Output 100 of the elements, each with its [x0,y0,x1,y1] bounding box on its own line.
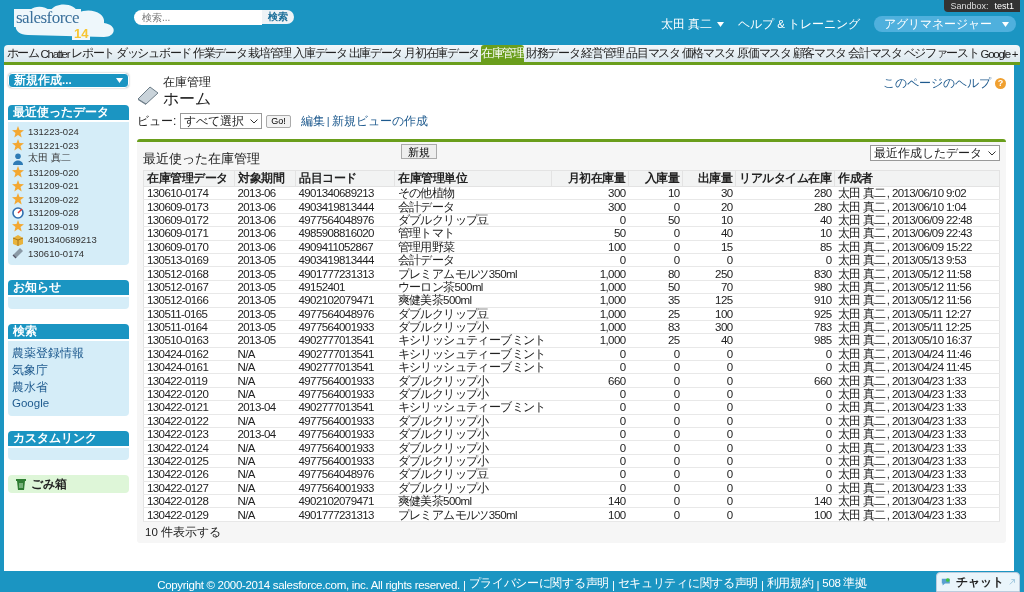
creator-link[interactable]: 太田 真二 [837,240,886,253]
record-link[interactable]: 130511-0164 [147,321,208,334]
product-code-link[interactable]: 4903419813444 [298,200,374,213]
creator-link[interactable]: 太田 真二 [837,213,886,226]
record-link[interactable]: 130422-0122 [147,414,209,427]
chat-widget[interactable]: チャット [936,572,1020,592]
tab[interactable]: Google [980,45,1011,62]
record-link[interactable]: 130424-0162 [147,347,209,360]
creator-link[interactable]: 太田 真二 [837,388,886,401]
recent-item-link[interactable]: 131209-019 [28,220,79,232]
creator-link[interactable]: 太田 真二 [837,334,886,347]
product-code-link[interactable]: 4902102079471 [298,495,374,508]
product-code-link[interactable]: 4977564001933 [298,414,374,427]
new-view-link[interactable]: 新規ビューの作成 [331,113,428,129]
creator-link[interactable]: 太田 真二 [837,361,886,374]
product-code-link[interactable]: 4977564001933 [298,481,374,494]
creator-link[interactable]: 太田 真二 [837,374,886,387]
record-link[interactable]: 130512-0166 [147,294,209,307]
creator-link[interactable]: 太田 真二 [837,254,886,267]
record-link[interactable]: 130511-0165 [147,307,208,320]
product-code-link[interactable]: 4909411052867 [298,240,373,253]
recent-item-link[interactable]: 130610-0174 [28,247,84,259]
product-code-link[interactable]: 4977564048976 [298,468,374,481]
record-link[interactable]: 130422-0119 [147,374,208,387]
creator-link[interactable]: 太田 真二 [837,294,886,307]
record-link[interactable]: 130422-0120 [147,388,209,401]
sort-select[interactable]: 最近作成したデータ [870,145,1000,161]
recent-item-link[interactable]: 131209-021 [28,180,79,192]
record-link[interactable]: 130609-0173 [147,200,209,213]
product-code-link[interactable]: 4901340689213 [298,187,374,200]
product-code-link[interactable]: 4977564048976 [298,307,374,320]
tab[interactable]: ベジファースト [903,45,980,62]
creator-link[interactable]: 太田 真二 [837,267,886,280]
recent-item-link[interactable]: 太田 真二 [28,152,71,166]
creator-link[interactable]: 太田 真二 [837,200,886,213]
record-link[interactable]: 130422-0127 [147,481,209,494]
tab[interactable]: 財務データ [525,45,580,62]
tab[interactable]: 出庫データ [348,45,403,62]
tab[interactable]: ダッシュボード [115,45,192,62]
recent-item-link[interactable]: 131209-022 [28,193,79,205]
go-button[interactable]: Go! [266,114,291,128]
tab[interactable]: 作業データ [192,45,247,62]
recent-item-link[interactable]: 131209-020 [28,166,79,178]
creator-link[interactable]: 太田 真二 [837,441,886,454]
show-more-link[interactable]: 10 件表示する [145,524,221,540]
search-link[interactable]: 気象庁 [12,363,125,378]
product-code-link[interactable]: 4977564001933 [298,321,374,334]
product-code-link[interactable]: 4902777013541 [298,361,374,374]
product-code-link[interactable]: 4985908816020 [298,227,374,240]
tab[interactable]: 月初在庫データ [403,45,480,62]
search-link[interactable]: Google [12,397,125,409]
product-code-link[interactable]: 4902102079471 [298,294,374,307]
product-code-link[interactable]: 4977564001933 [298,455,374,467]
record-link[interactable]: 130422-0129 [147,508,209,521]
tab[interactable]: 原価マスタ [736,45,792,62]
product-code-link[interactable]: 4977564048976 [298,213,374,226]
product-code-link[interactable]: 4902777013541 [298,347,374,360]
tab[interactable]: Chatter [40,45,70,62]
record-link[interactable]: 130609-0170 [147,240,209,253]
record-link[interactable]: 130422-0124 [147,441,209,454]
tab[interactable]: 栽培管理 [247,45,292,62]
tab[interactable]: + [1011,45,1018,62]
record-link[interactable]: 130424-0161 [147,361,209,374]
record-link[interactable]: 130422-0121 [147,401,209,414]
tab[interactable]: 入庫データ [292,45,348,62]
record-link[interactable]: 130422-0125 [147,455,209,467]
creator-link[interactable]: 太田 真二 [837,187,886,200]
tab[interactable]: 会計マスタ [847,45,903,62]
creator-link[interactable]: 太田 真二 [837,307,886,320]
record-link[interactable]: 130512-0168 [147,267,209,280]
recycle-bin-link[interactable]: ごみ箱 [8,475,129,493]
record-link[interactable]: 130609-0172 [147,213,209,226]
tab[interactable]: 品目マスタ [625,45,681,62]
creator-link[interactable]: 太田 真二 [837,414,886,427]
record-link[interactable]: 130422-0128 [147,495,209,508]
edit-link[interactable]: 編集 [300,113,325,129]
search-link[interactable]: 農薬登録情報 [12,346,125,361]
creator-link[interactable]: 太田 真二 [837,495,886,508]
recent-item-link[interactable]: 131209-028 [28,207,79,219]
tab[interactable]: レポート [70,45,115,62]
search-link[interactable]: 農水省 [12,380,125,395]
product-code-link[interactable]: 4901777231313 [298,508,374,521]
creator-link[interactable]: 太田 真二 [837,280,886,293]
search-button[interactable]: 検索 [262,10,294,24]
product-code-link[interactable]: 4902777013541 [298,334,374,347]
tab[interactable]: 経営管理 [580,45,625,62]
creator-link[interactable]: 太田 真二 [837,401,886,414]
product-code-link[interactable]: 49152401 [298,280,345,293]
creator-link[interactable]: 太田 真二 [837,455,886,467]
product-code-link[interactable]: 4903419813444 [298,254,374,267]
product-code-link[interactable]: 4977564001933 [298,428,374,441]
new-button[interactable]: 新規 [401,143,437,159]
product-code-link[interactable]: 4977564001933 [298,388,374,401]
record-link[interactable]: 130609-0171 [147,227,209,240]
creator-link[interactable]: 太田 真二 [837,428,886,441]
record-link[interactable]: 130512-0167 [147,280,209,293]
product-code-link[interactable]: 4977564001933 [298,441,374,454]
search-field[interactable]: 検索... [134,10,262,25]
creator-link[interactable]: 太田 真二 [837,227,886,240]
creator-link[interactable]: 太田 真二 [837,321,886,334]
